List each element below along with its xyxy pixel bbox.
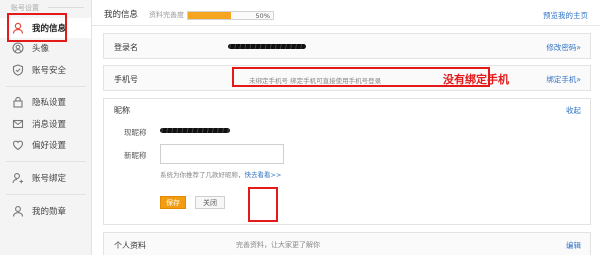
profile-label: 个人资料 <box>114 241 146 250</box>
login-name-label: 登录名 <box>114 43 138 52</box>
message-icon <box>12 118 24 130</box>
redacted-nickname <box>160 128 230 133</box>
sidebar-item-label: 隐私设置 <box>32 98 67 108</box>
highlight-box <box>7 13 67 42</box>
collapse-link[interactable]: 收起 <box>566 105 581 116</box>
profile-row: 个人资料 完善资料，让大家更了解你 编辑 <box>103 232 591 255</box>
page-title: 我的信息 <box>104 10 139 20</box>
phone-label: 手机号 <box>114 75 138 84</box>
redacted-login-name <box>228 44 306 49</box>
nickname-hint: 系统为你推荐了几款好昵称，快去看看>> <box>160 169 281 179</box>
sidebar-item-label: 我的勋章 <box>32 207 67 217</box>
sidebar-title: 账号设置 <box>11 4 39 12</box>
nickname-label: 昵称 <box>114 106 130 115</box>
new-nickname-input[interactable] <box>160 144 284 164</box>
sidebar-item-account-binding[interactable]: 账号绑定 <box>0 168 91 188</box>
change-password-link[interactable]: 修改密码» <box>546 42 581 53</box>
sidebar-item-account-security[interactable]: 账号安全 <box>0 60 91 80</box>
current-nickname-label: 现昵称 <box>124 128 147 137</box>
highlight-box <box>248 187 278 222</box>
avatar-icon <box>12 42 24 54</box>
sidebar-item-label: 头像 <box>32 44 50 54</box>
header: 我的信息 资料完善度 50% 预览我的主页 <box>91 0 600 26</box>
completion-progress: 50% <box>187 11 274 20</box>
medal-icon <box>12 205 24 217</box>
sidebar-item-label: 账号绑定 <box>32 174 67 184</box>
profile-summary: 完善资料，让大家更了解你 <box>236 241 320 249</box>
nickname-panel: 昵称 收起 现昵称 新昵称 系统为你推荐了几款好昵称，快去看看>> 保存 关闭 <box>103 98 591 225</box>
lock-icon <box>12 96 24 108</box>
hint-text: 系统为你推荐了几款好昵称， <box>160 171 245 179</box>
completion-percent: 50% <box>255 12 270 20</box>
shield-icon <box>12 64 24 76</box>
completion-label: 资料完善度 <box>149 11 184 19</box>
close-button[interactable]: 关闭 <box>195 196 225 209</box>
save-button[interactable]: 保存 <box>160 196 186 209</box>
progress-fill <box>188 12 231 19</box>
sidebar-item-privacy[interactable]: 隐私设置 <box>0 92 91 112</box>
divider <box>6 86 86 87</box>
bind-phone-link[interactable]: 绑定手机» <box>546 74 581 85</box>
sidebar-item-preference[interactable]: 偏好设置 <box>0 135 91 155</box>
divider <box>48 7 84 8</box>
user-link-icon <box>12 172 24 184</box>
sidebar-item-my-medals[interactable]: 我的勋章 <box>0 201 91 221</box>
heart-icon <box>12 139 24 151</box>
sidebar-item-label: 账号安全 <box>32 66 67 76</box>
main-content: 我的信息 资料完善度 50% 预览我的主页 登录名 修改密码» 手机号 未绑定手… <box>91 0 600 255</box>
sidebar-item-message[interactable]: 消息设置 <box>0 114 91 134</box>
edit-profile-link[interactable]: 编辑 <box>566 240 581 251</box>
sidebar-item-label: 消息设置 <box>32 120 67 130</box>
highlight-box <box>232 67 490 87</box>
preview-home-link[interactable]: 预览我的主页 <box>543 10 588 21</box>
login-name-row: 登录名 修改密码» <box>103 33 591 59</box>
new-nickname-label: 新昵称 <box>124 151 147 160</box>
sidebar-item-label: 偏好设置 <box>32 141 67 151</box>
divider <box>6 161 86 162</box>
suggest-nickname-link[interactable]: 快去看看>> <box>245 171 282 179</box>
divider <box>6 194 86 195</box>
